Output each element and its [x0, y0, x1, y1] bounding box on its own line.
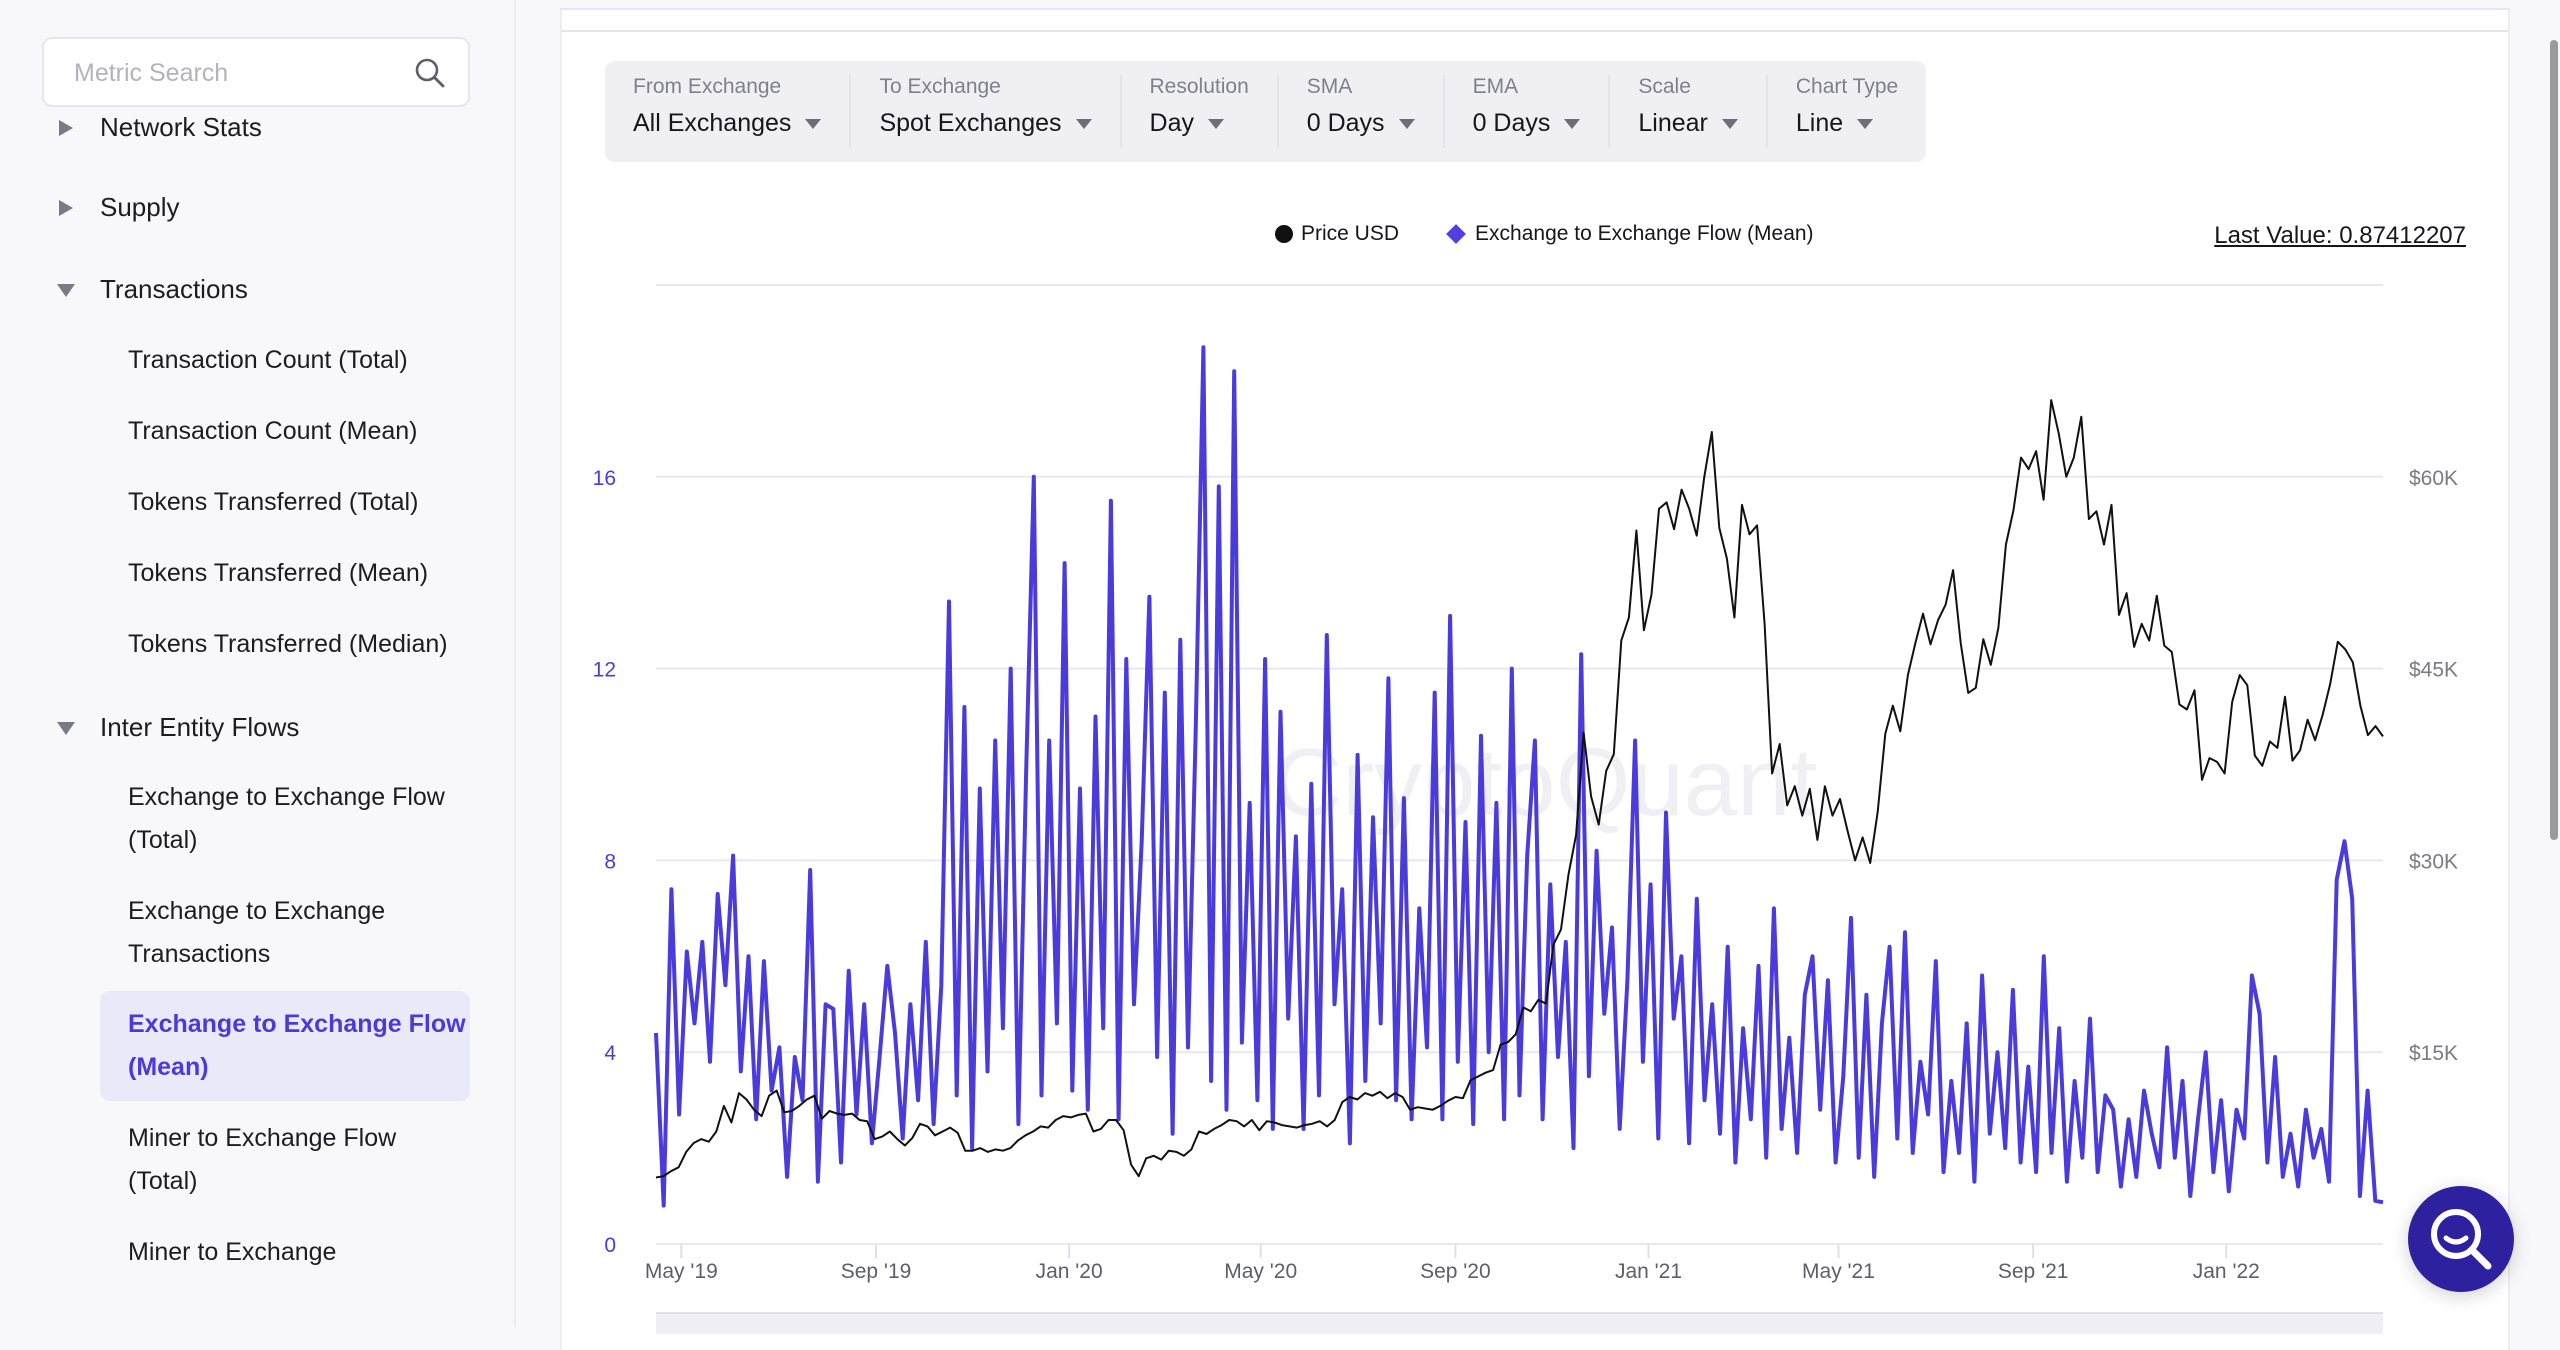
x-axis: May '19 Sep '19 Jan '20 May '20 Sep '20 Jan '…	[645, 1244, 2260, 1283]
x-tick-label: Jan '22	[2193, 1260, 2260, 1283]
x-tick-label: May '19	[645, 1260, 718, 1283]
y-tick-label-right: $45K	[2409, 659, 2458, 682]
x-tick-label: Sep '21	[1998, 1260, 2069, 1283]
x-tick-label: May '20	[1224, 1260, 1297, 1283]
y-tick-label-right: $30K	[2409, 850, 2458, 873]
y-tick-label-right: $15K	[2409, 1042, 2458, 1065]
range-navigator[interactable]	[656, 1312, 2383, 1334]
x-tick-label: Sep '20	[1420, 1260, 1491, 1283]
x-tick-label: Sep '19	[841, 1260, 912, 1283]
y-tick-label-left: 12	[593, 659, 616, 682]
y-tick-label-left: 4	[604, 1042, 616, 1065]
y-tick-label-left: 16	[593, 467, 616, 490]
scrollbar[interactable]	[2550, 40, 2558, 840]
y-axis-left: 0 4 8 12 16	[593, 467, 617, 1257]
y-tick-label-left: 0	[604, 1234, 616, 1257]
chart-plot: CryptoQuant 0481216 $15K$30K$45K$60K May…	[0, 0, 2560, 1327]
y-axis-right: $15K $30K $45K $60K	[2409, 467, 2458, 1065]
magnifier-icon	[2408, 1186, 2514, 1292]
x-tick-label: Jan '20	[1036, 1260, 1103, 1283]
search-assistant-button[interactable]	[2408, 1186, 2514, 1292]
y-tick-label-right: $60K	[2409, 467, 2458, 490]
y-tick-label-left: 8	[604, 850, 616, 873]
x-tick-label: Jan '21	[1615, 1260, 1682, 1283]
x-tick-label: May '21	[1802, 1260, 1875, 1283]
